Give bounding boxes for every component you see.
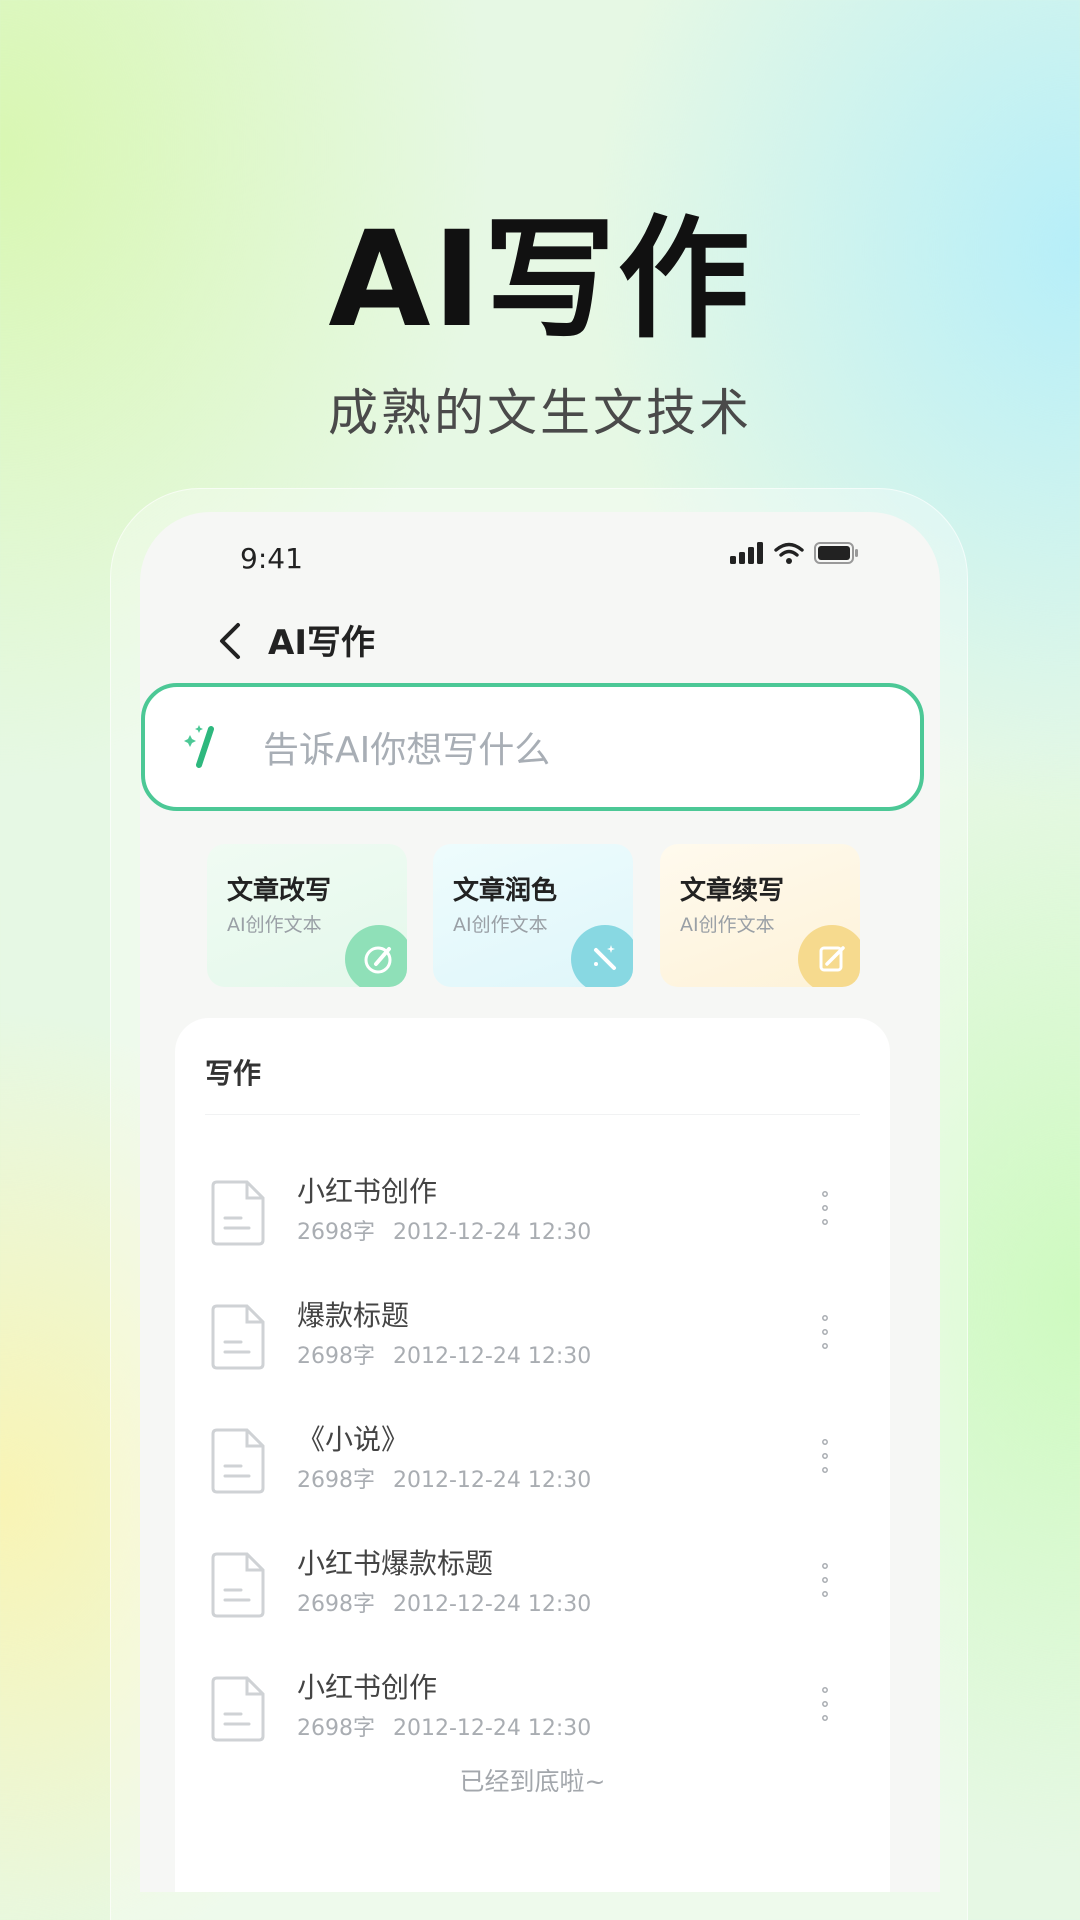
hero-title: AI写作: [328, 203, 752, 357]
document-icon: [211, 1428, 265, 1494]
search-placeholder: 告诉AI你想写什么: [263, 730, 551, 771]
feature-badge: [798, 925, 860, 987]
more-vertical-icon[interactable]: [820, 1188, 830, 1228]
status-icons: [730, 542, 860, 564]
feature-subtitle: AI创作文本: [680, 914, 775, 936]
document-icon: [211, 1676, 265, 1742]
signal-icon: [730, 542, 763, 564]
hero-subtitle: 成熟的文生文技术: [328, 384, 752, 442]
list-divider: [205, 1114, 860, 1115]
feature-badge: [345, 925, 407, 987]
list-item[interactable]: 爆款标题 2698字 2012-12-24 12:30: [175, 1292, 890, 1402]
feature-card-continue[interactable]: 文章续写 AI创作文本: [660, 844, 860, 987]
more-vertical-icon[interactable]: [820, 1312, 830, 1352]
wifi-icon: [774, 542, 804, 564]
document-icon: [211, 1180, 265, 1246]
more-vertical-icon[interactable]: [820, 1560, 830, 1600]
feature-subtitle: AI创作文本: [227, 914, 322, 936]
feature-badge: [571, 925, 633, 987]
item-title: 爆款标题: [297, 1299, 410, 1332]
chevron-left-icon[interactable]: [210, 617, 250, 665]
more-vertical-icon[interactable]: [820, 1436, 830, 1476]
list-item[interactable]: 小红书创作 2698字 2012-12-24 12:30: [175, 1168, 890, 1278]
magic-wand-icon: [594, 945, 616, 970]
list-item[interactable]: 《小说》 2698字 2012-12-24 12:30: [175, 1416, 890, 1526]
nav-title: AI写作: [268, 623, 375, 663]
item-meta: 2698字 2012-12-24 12:30: [297, 1344, 592, 1369]
list-end-text: 已经到底啦~: [459, 1767, 606, 1796]
list-item[interactable]: 小红书创作 2698字 2012-12-24 12:30: [175, 1664, 890, 1774]
pen-edit-icon: [364, 946, 392, 974]
search-input[interactable]: 告诉AI你想写什么: [141, 683, 924, 811]
list-heading: 写作: [205, 1057, 262, 1090]
feature-title: 文章润色: [453, 876, 558, 906]
battery-icon: [814, 542, 858, 564]
more-vertical-icon[interactable]: [820, 1684, 830, 1724]
note-edit-icon: [819, 946, 845, 972]
magic-wand-icon: [184, 725, 214, 768]
document-icon: [211, 1552, 265, 1618]
item-meta: 2698字 2012-12-24 12:30: [297, 1468, 592, 1493]
status-time: 9:41: [240, 542, 303, 575]
item-title: 《小说》: [297, 1423, 410, 1456]
feature-title: 文章改写: [227, 876, 332, 906]
item-title: 小红书创作: [297, 1175, 438, 1208]
feature-title: 文章续写: [680, 876, 785, 906]
item-meta: 2698字 2012-12-24 12:30: [297, 1716, 592, 1741]
item-meta: 2698字 2012-12-24 12:30: [297, 1592, 592, 1617]
feature-subtitle: AI创作文本: [453, 914, 548, 936]
item-title: 小红书创作: [297, 1671, 438, 1704]
writing-list-panel: 写作 小红书创作 2698字 2012-12-24 12:30 爆款标题 2698…: [175, 1018, 890, 1892]
item-title: 小红书爆款标题: [297, 1547, 494, 1580]
item-meta: 2698字 2012-12-24 12:30: [297, 1220, 592, 1245]
feature-card-rewrite[interactable]: 文章改写 AI创作文本: [207, 844, 407, 987]
document-icon: [211, 1304, 265, 1370]
feature-card-polish[interactable]: 文章润色 AI创作文本: [433, 844, 633, 987]
list-item[interactable]: 小红书爆款标题 2698字 2012-12-24 12:30: [175, 1540, 890, 1650]
